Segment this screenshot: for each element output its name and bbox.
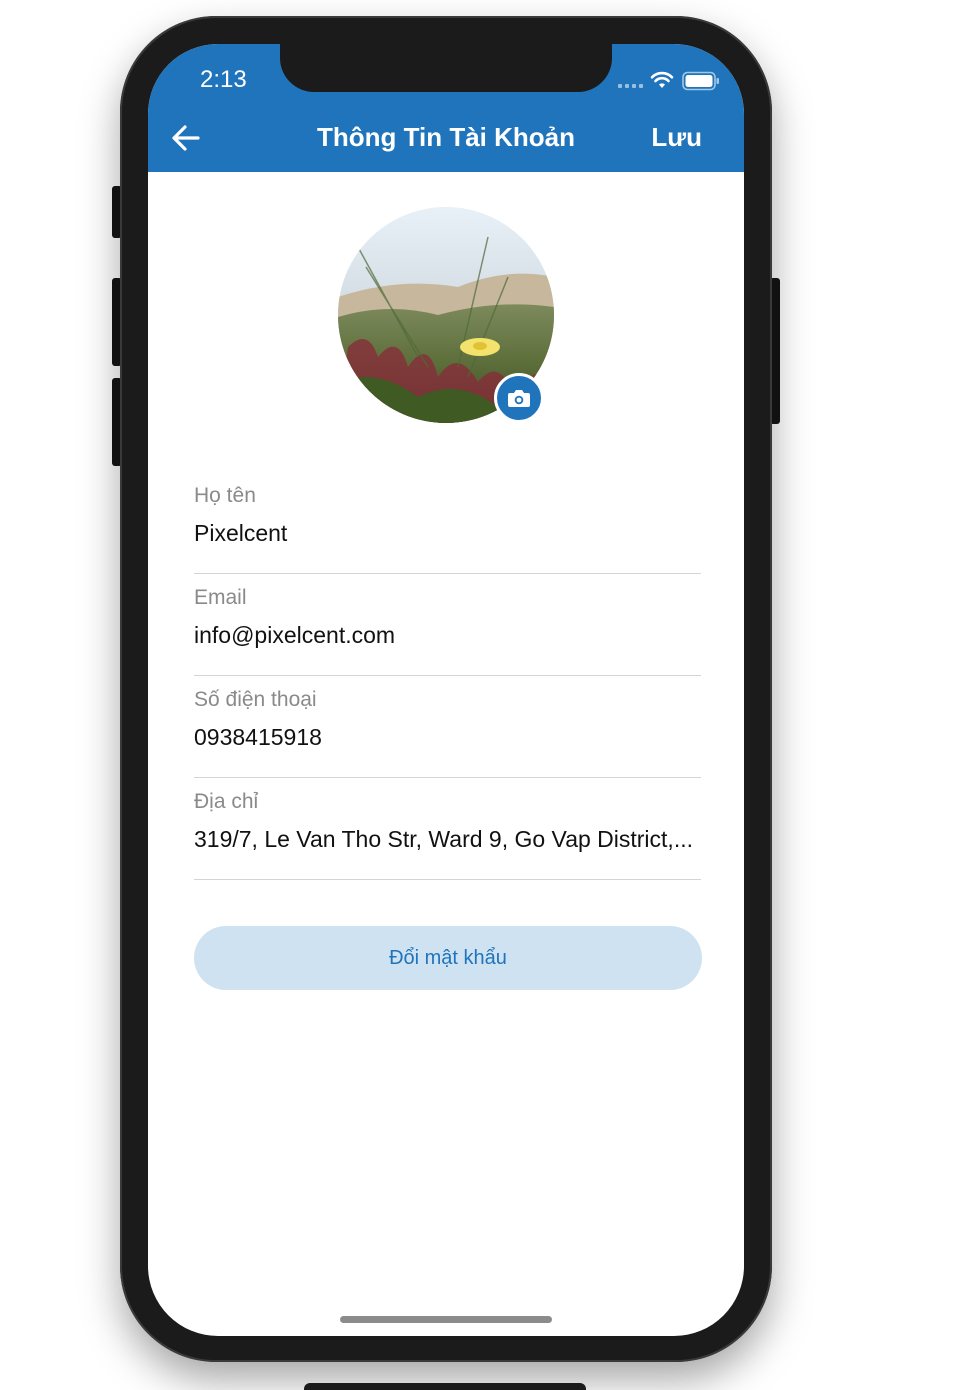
save-button[interactable]: Lưu xyxy=(651,122,702,153)
change-password-button[interactable]: Đổi mật khẩu xyxy=(194,926,702,990)
status-time: 2:13 xyxy=(200,66,247,93)
battery-icon xyxy=(682,71,719,91)
name-input[interactable]: Pixelcent xyxy=(194,520,701,547)
avatar-container xyxy=(338,207,554,423)
signal-icon xyxy=(618,84,643,88)
app-screen: 2:13 Thông Tin Tài Khoản Lưu Họ tên Pixe… xyxy=(148,44,744,1336)
email-input[interactable]: info@pixelcent.com xyxy=(194,622,701,649)
address-label: Địa chỉ xyxy=(194,790,259,813)
phone-field[interactable]: Số điện thoại 0938415918 xyxy=(194,688,701,778)
email-label: Email xyxy=(194,586,247,609)
name-label: Họ tên xyxy=(194,484,256,507)
change-avatar-button[interactable] xyxy=(494,373,544,423)
address-field[interactable]: Địa chỉ 319/7, Le Van Tho Str, Ward 9, G… xyxy=(194,790,701,880)
address-input[interactable]: 319/7, Le Van Tho Str, Ward 9, Go Vap Di… xyxy=(194,826,701,853)
device-stand xyxy=(304,1383,586,1390)
name-field[interactable]: Họ tên Pixelcent xyxy=(194,484,701,574)
device-notch xyxy=(280,44,612,92)
app-header: 2:13 Thông Tin Tài Khoản Lưu xyxy=(148,44,744,172)
email-field[interactable]: Email info@pixelcent.com xyxy=(194,586,701,676)
phone-label: Số điện thoại xyxy=(194,688,317,711)
camera-icon xyxy=(508,390,530,407)
phone-input[interactable]: 0938415918 xyxy=(194,724,701,751)
wifi-icon xyxy=(650,71,674,88)
home-indicator[interactable] xyxy=(340,1316,552,1323)
